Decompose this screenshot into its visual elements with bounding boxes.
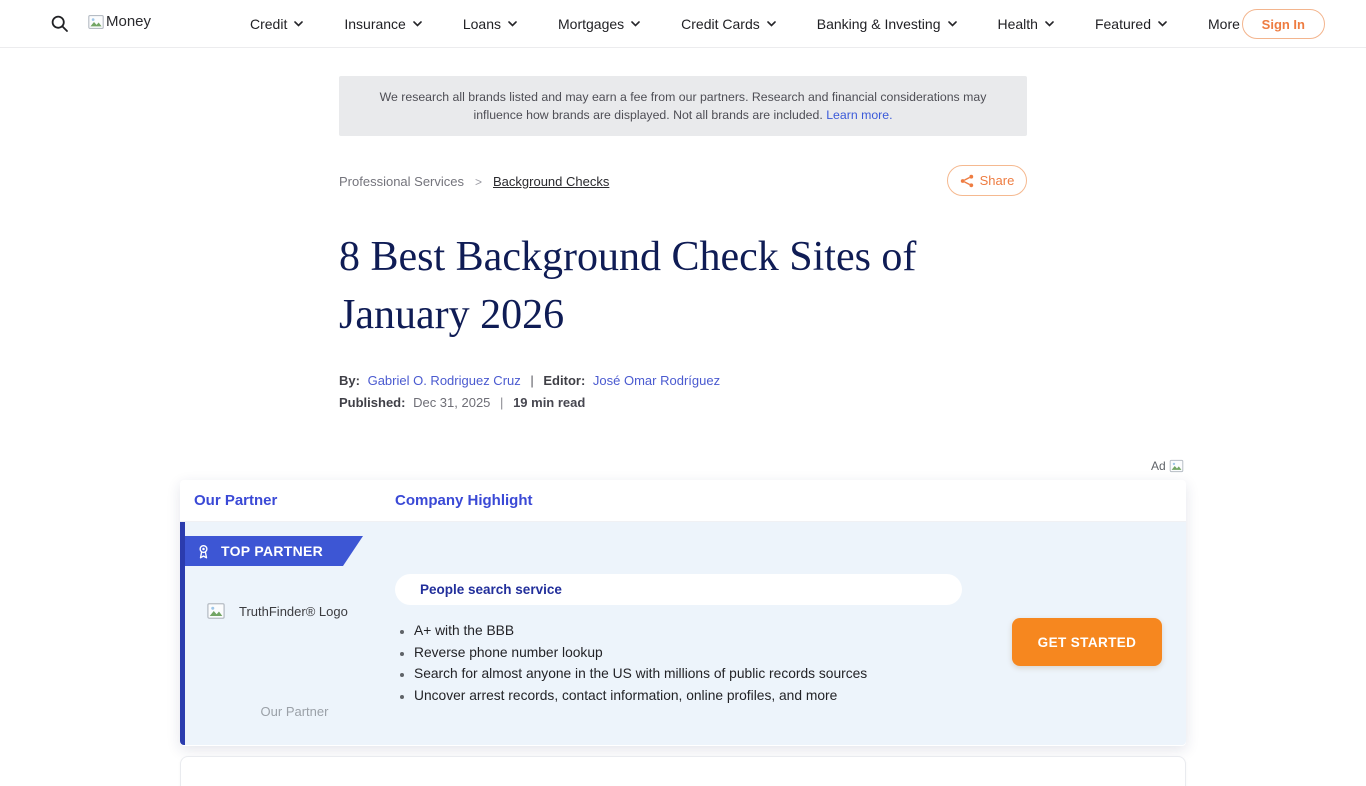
nav-label: Loans [463, 16, 501, 32]
chevron-down-icon [294, 21, 303, 27]
published-date: Dec 31, 2025 [413, 395, 490, 410]
medal-icon [196, 543, 211, 560]
nav-item-health[interactable]: Health [998, 16, 1054, 32]
ad-label: Ad [1151, 459, 1166, 473]
breadcrumb-professional-services[interactable]: Professional Services [339, 174, 464, 189]
ad-tag: Ad [1151, 459, 1184, 473]
share-button[interactable]: Share [947, 165, 1027, 196]
truthfinder-logo-alt-text: TruthFinder® Logo [239, 604, 348, 619]
our-partner-caption: Our Partner [207, 704, 382, 719]
share-icon [960, 174, 974, 188]
search-icon [50, 14, 70, 34]
broken-image-icon [1169, 459, 1184, 473]
breadcrumb: Professional Services > Background Check… [339, 174, 609, 189]
highlight-bullet: Reverse phone number lookup [414, 642, 867, 664]
company-highlight-column-header: Company Highlight [395, 492, 533, 509]
our-partner-column-header: Our Partner [194, 492, 395, 509]
truthfinder-logo[interactable]: TruthFinder® Logo [207, 602, 348, 620]
chevron-down-icon [767, 21, 776, 27]
breadcrumb-separator-icon: > [475, 175, 482, 189]
nav-item-mortgages[interactable]: Mortgages [558, 16, 640, 32]
nav-label: Health [998, 16, 1038, 32]
nav-label: More [1208, 16, 1240, 32]
highlight-bullet: Search for almost anyone in the US with … [414, 663, 867, 685]
broken-image-icon [207, 602, 225, 620]
top-partner-card: Our Partner Company Highlight TOP PARTNE… [180, 480, 1186, 746]
primary-nav: Credit Insurance Loans Mortgages Credit … [250, 0, 1256, 48]
top-partner-label: TOP PARTNER [221, 543, 323, 559]
logo-alt-text: Money [106, 13, 151, 30]
partner-card-header: Our Partner Company Highlight [180, 480, 1186, 522]
published-separator: | [500, 395, 503, 410]
editor-link[interactable]: José Omar Rodríguez [593, 373, 720, 388]
chevron-down-icon [948, 21, 957, 27]
author-link[interactable]: Gabriel O. Rodriguez Cruz [368, 373, 521, 388]
breadcrumb-background-checks[interactable]: Background Checks [493, 174, 609, 189]
nav-label: Credit [250, 16, 287, 32]
nav-label: Mortgages [558, 16, 624, 32]
next-list-card-partial [180, 756, 1186, 786]
nav-item-credit-cards[interactable]: Credit Cards [681, 16, 776, 32]
top-partner-ribbon: TOP PARTNER [185, 536, 363, 566]
nav-item-loans[interactable]: Loans [463, 16, 517, 32]
sign-in-button[interactable]: Sign In [1242, 9, 1325, 39]
nav-item-insurance[interactable]: Insurance [344, 16, 421, 32]
read-time: 19 min read [513, 395, 585, 410]
broken-image-icon [88, 14, 104, 30]
byline: By: Gabriel O. Rodriguez Cruz | Editor: … [339, 373, 720, 388]
highlight-bullet: A+ with the BBB [414, 620, 867, 642]
top-navigation-bar: Money Credit Insurance Loans Mortgages C… [0, 0, 1366, 48]
disclaimer-body: We research all brands listed and may ea… [380, 90, 987, 122]
nav-label: Credit Cards [681, 16, 760, 32]
nav-label: Banking & Investing [817, 16, 941, 32]
money-logo[interactable]: Money [88, 13, 151, 30]
nav-item-credit[interactable]: Credit [250, 16, 303, 32]
page-title: 8 Best Background Check Sites of January… [339, 228, 1039, 344]
partner-card-body: TOP PARTNER TruthFinder® Logo Our Partne… [180, 522, 1186, 745]
disclaimer-text: We research all brands listed and may ea… [357, 88, 1009, 124]
nav-item-banking-investing[interactable]: Banking & Investing [817, 16, 957, 32]
chevron-down-icon [413, 21, 422, 27]
chevron-down-icon [1158, 21, 1167, 27]
chevron-down-icon [508, 21, 517, 27]
search-button[interactable] [50, 14, 70, 34]
chevron-down-icon [631, 21, 640, 27]
company-highlight-pill: People search service [395, 574, 962, 605]
share-label: Share [980, 173, 1015, 188]
byline-prefix: By: [339, 373, 360, 388]
nav-item-featured[interactable]: Featured [1095, 16, 1167, 32]
highlight-bullet: Uncover arrest records, contact informat… [414, 685, 867, 707]
nav-label: Insurance [344, 16, 405, 32]
get-started-button[interactable]: GET STARTED [1012, 618, 1162, 666]
nav-label: Featured [1095, 16, 1151, 32]
learn-more-link[interactable]: Learn more. [826, 108, 892, 122]
editor-prefix: Editor: [543, 373, 585, 388]
published-line: Published: Dec 31, 2025 | 19 min read [339, 395, 585, 410]
highlight-bullet-list: A+ with the BBB Reverse phone number loo… [397, 620, 867, 707]
chevron-down-icon [1045, 21, 1054, 27]
byline-separator: | [530, 373, 533, 388]
partner-disclaimer: We research all brands listed and may ea… [339, 76, 1027, 136]
published-prefix: Published: [339, 395, 405, 410]
